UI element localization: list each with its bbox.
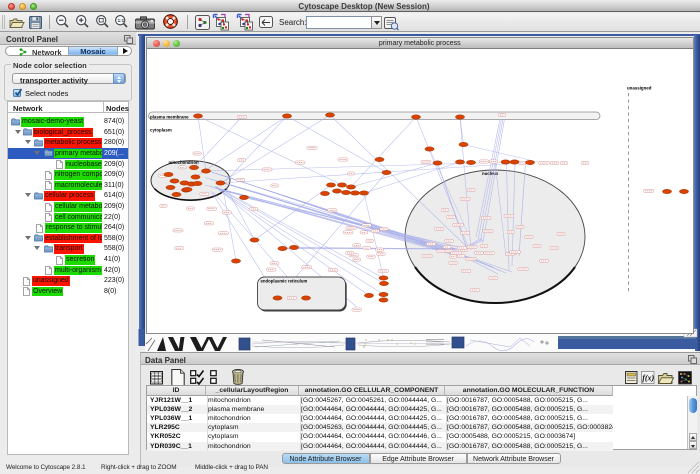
svg-text:f(x): f(x)	[642, 374, 654, 383]
svg-text:mitochondrion: mitochondrion	[169, 160, 199, 165]
svg-text:1:1: 1:1	[118, 18, 125, 23]
svg-text:cytoplasm: cytoplasm	[150, 128, 172, 133]
svg-text:unassigned: unassigned	[627, 86, 652, 91]
svg-text:plasma membrane: plasma membrane	[150, 115, 189, 120]
svg-text:endoplasmic reticulum: endoplasmic reticulum	[261, 279, 308, 284]
